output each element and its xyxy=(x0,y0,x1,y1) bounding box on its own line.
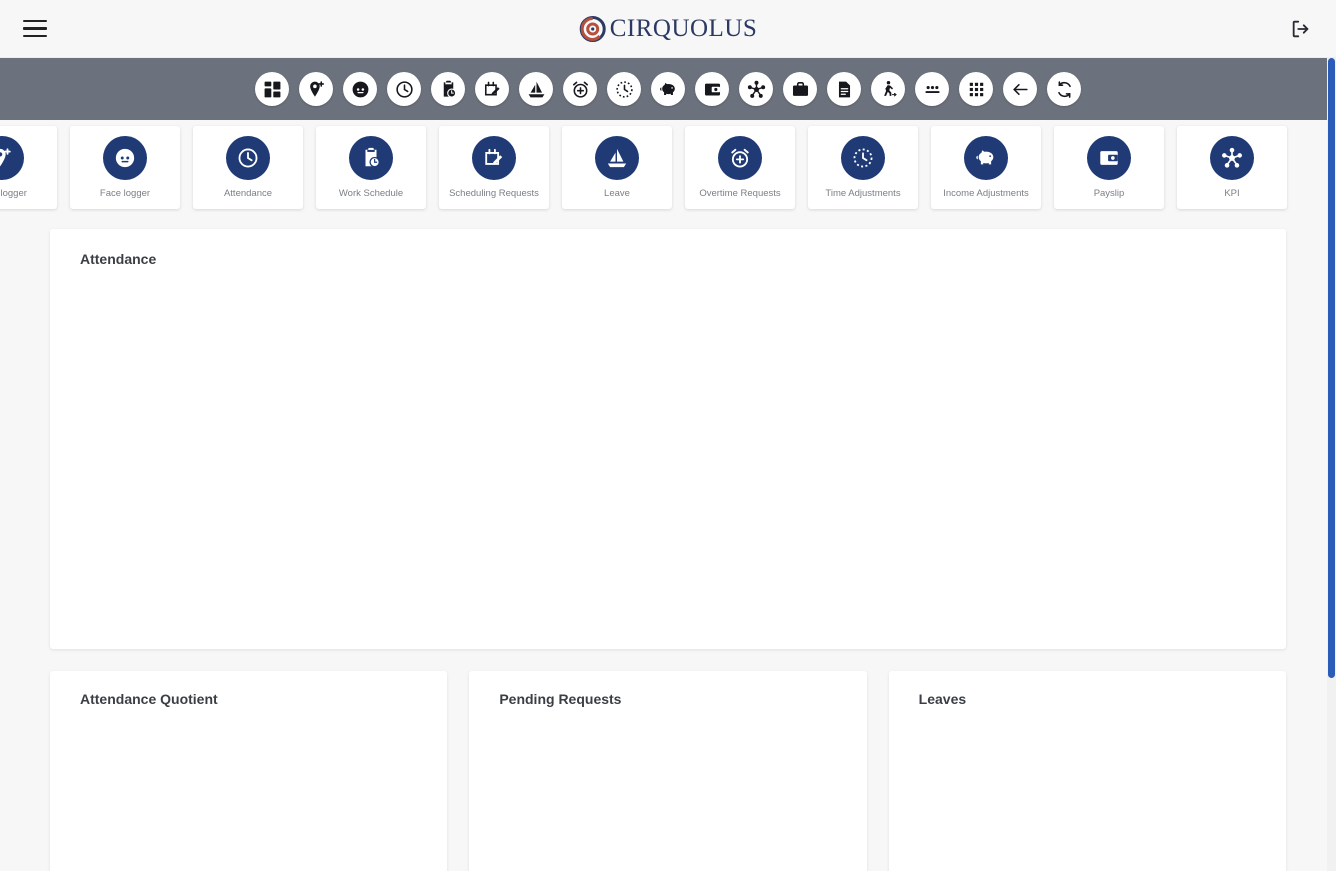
tool-piggy-bank-icon[interactable] xyxy=(651,72,685,106)
circular-spiral-logo-icon xyxy=(579,15,607,43)
tool-network-nodes-icon[interactable] xyxy=(739,72,773,106)
quick-card-overtime-requests[interactable]: Overtime Requests xyxy=(685,126,795,209)
tool-refresh-icon[interactable] xyxy=(1047,72,1081,106)
quick-card-label: Attendance xyxy=(221,189,275,199)
network-nodes-icon xyxy=(1210,136,1254,180)
icon-toolbar xyxy=(0,58,1336,120)
page-scrollbar-thumb[interactable] xyxy=(1328,58,1335,678)
quick-card-label: Face logger xyxy=(97,189,153,199)
tool-grid-dots-icon[interactable] xyxy=(959,72,993,106)
alarm-plus-icon xyxy=(718,136,762,180)
app-header: CIRQUOLUS xyxy=(0,0,1336,58)
hamburger-menu-icon[interactable] xyxy=(18,12,52,46)
hamburger-bar xyxy=(23,35,47,38)
attendance-quotient-panel: Attendance Quotient xyxy=(50,671,447,871)
tool-sailboat-icon[interactable] xyxy=(519,72,553,106)
quick-card-scheduling-requests[interactable]: Scheduling Requests xyxy=(439,126,549,209)
quick-links-strip[interactable]: Time logger Face logger Attendance xyxy=(0,120,1336,217)
clipboard-clock-icon xyxy=(349,136,393,180)
quick-card-label: Work Schedule xyxy=(336,189,406,199)
quick-card-label: Income Adjustments xyxy=(940,189,1032,199)
leaves-panel: Leaves xyxy=(889,671,1286,871)
panel-title: Pending Requests xyxy=(469,671,866,707)
tool-dashboard-grid-icon[interactable] xyxy=(255,72,289,106)
quick-card-label: Leave xyxy=(601,189,633,199)
quick-card-payslip[interactable]: Payslip xyxy=(1054,126,1164,209)
tool-calendar-edit-icon[interactable] xyxy=(475,72,509,106)
panel-title: Attendance xyxy=(50,229,1286,267)
sailboat-icon xyxy=(595,136,639,180)
calendar-edit-icon xyxy=(472,136,516,180)
logout-icon[interactable] xyxy=(1284,12,1318,46)
main-content: Attendance Attendance Quotient Pending R… xyxy=(0,217,1336,871)
hamburger-bar xyxy=(23,20,47,23)
quick-card-label: Time Adjustments xyxy=(822,189,903,199)
tool-alarm-plus-icon[interactable] xyxy=(563,72,597,106)
tool-face-icon[interactable] xyxy=(343,72,377,106)
bottom-panel-row: Attendance Quotient Pending Requests Lea… xyxy=(50,671,1286,871)
tool-briefcase-icon[interactable] xyxy=(783,72,817,106)
quick-card-label: KPI xyxy=(1221,189,1242,199)
location-pin-plus-icon xyxy=(0,136,24,180)
panel-title: Attendance Quotient xyxy=(50,671,447,707)
quick-card-work-schedule[interactable]: Work Schedule xyxy=(316,126,426,209)
quick-card-kpi[interactable]: KPI xyxy=(1177,126,1287,209)
hamburger-bar xyxy=(23,27,47,30)
quick-card-face-logger[interactable]: Face logger xyxy=(70,126,180,209)
panel-title: Leaves xyxy=(889,671,1286,707)
quick-card-time-adjustments[interactable]: Time Adjustments xyxy=(808,126,918,209)
tool-back-arrow-icon[interactable] xyxy=(1003,72,1037,106)
quick-card-income-adjustments[interactable]: Income Adjustments xyxy=(931,126,1041,209)
quick-card-label: Time logger xyxy=(0,189,30,199)
clock-icon xyxy=(226,136,270,180)
piggy-bank-icon xyxy=(964,136,1008,180)
tool-clipboard-clock-icon[interactable] xyxy=(431,72,465,106)
brand-name: CIRQUOLUS xyxy=(610,15,758,43)
tool-wallet-icon[interactable] xyxy=(695,72,729,106)
quick-card-label: Payslip xyxy=(1091,189,1128,199)
quick-card-attendance[interactable]: Attendance xyxy=(193,126,303,209)
quick-links-scroller[interactable]: Time logger Face logger Attendance xyxy=(0,120,1336,217)
dashed-clock-icon xyxy=(841,136,885,180)
quick-card-label: Overtime Requests xyxy=(696,189,783,199)
quick-card-label: Scheduling Requests xyxy=(446,189,542,199)
tool-three-dots-icon[interactable] xyxy=(915,72,949,106)
tool-clock-icon[interactable] xyxy=(387,72,421,106)
brand-logo[interactable]: CIRQUOLUS xyxy=(579,15,758,43)
face-icon xyxy=(103,136,147,180)
pending-requests-panel: Pending Requests xyxy=(469,671,866,871)
quick-card-time-logger[interactable]: Time logger xyxy=(0,126,57,209)
tool-document-icon[interactable] xyxy=(827,72,861,106)
tool-dashed-clock-icon[interactable] xyxy=(607,72,641,106)
tool-walking-person-icon[interactable] xyxy=(871,72,905,106)
tool-location-pin-plus-icon[interactable] xyxy=(299,72,333,106)
attendance-panel: Attendance xyxy=(50,229,1286,649)
quick-card-leave[interactable]: Leave xyxy=(562,126,672,209)
wallet-icon xyxy=(1087,136,1131,180)
